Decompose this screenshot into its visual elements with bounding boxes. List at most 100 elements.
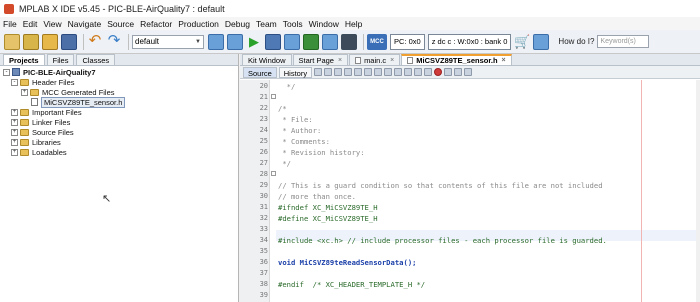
tree-important-files[interactable]: + Important Files: [11, 107, 82, 117]
find-previous-icon[interactable]: [344, 68, 353, 76]
find-next-icon[interactable]: [354, 68, 363, 76]
tab-projects[interactable]: Projects: [3, 54, 45, 65]
code-line[interactable]: #endif /* XC_HEADER_TEMPLATE_H */: [278, 280, 425, 289]
tree-linker-files[interactable]: + Linker Files: [11, 117, 70, 127]
read-device-icon[interactable]: [284, 33, 300, 50]
tab-files[interactable]: Files: [46, 54, 75, 65]
expand-icon[interactable]: +: [11, 148, 18, 156]
undo-icon[interactable]: ↶: [87, 33, 103, 50]
next-bookmark-icon[interactable]: [394, 68, 403, 76]
tab-sensor-header[interactable]: MiCSVZ89TE_sensor.h ×: [401, 54, 512, 66]
code-line[interactable]: * Comments:: [278, 137, 330, 146]
back-icon[interactable]: [314, 68, 323, 76]
find-icon[interactable]: [334, 68, 343, 76]
clean-build-icon[interactable]: [227, 33, 243, 50]
fold-toggle-icon[interactable]: [271, 171, 276, 176]
fold-toggle-icon[interactable]: [271, 94, 276, 99]
tree-libraries[interactable]: + Libraries: [11, 137, 61, 147]
menu-navigate[interactable]: Navigate: [68, 19, 102, 29]
forward-icon[interactable]: [324, 68, 333, 76]
menu-source[interactable]: Source: [107, 19, 134, 29]
menu-debug[interactable]: Debug: [225, 19, 250, 29]
tab-kit-window[interactable]: Kit Window: [242, 54, 292, 65]
open-project-icon[interactable]: [42, 33, 58, 50]
expand-icon[interactable]: +: [11, 108, 18, 116]
shift-right-icon[interactable]: [424, 68, 433, 76]
tab-sensor-header-label: MiCSVZ89TE_sensor.h: [416, 56, 498, 65]
close-icon[interactable]: ×: [502, 55, 506, 66]
build-project-icon[interactable]: [208, 33, 224, 50]
toggle-rect-select-icon[interactable]: [374, 68, 383, 76]
tab-start-page[interactable]: Start Page ×: [292, 54, 349, 66]
code-line[interactable]: */: [278, 82, 296, 91]
tree-project[interactable]: - PIC-BLE-AirQuality7: [3, 67, 96, 77]
comment-icon[interactable]: [454, 68, 463, 76]
quick-search-icon[interactable]: [533, 33, 550, 50]
code-line[interactable]: // more than once.: [278, 192, 356, 201]
make-program-icon[interactable]: [265, 33, 281, 50]
expand-icon[interactable]: +: [21, 88, 28, 96]
tree-sensor-file[interactable]: MiCSVZ89TE_sensor.h: [31, 96, 126, 108]
tab-classes[interactable]: Classes: [76, 54, 116, 65]
stop-macro-icon[interactable]: [444, 68, 453, 76]
menu-tools[interactable]: Tools: [283, 19, 303, 29]
editor-scrollbar[interactable]: [696, 80, 700, 302]
keyword-search-input[interactable]: Keyword(s): [597, 35, 650, 48]
debug-project-icon[interactable]: [303, 33, 319, 50]
tree-loadables[interactable]: + Loadables: [11, 147, 67, 157]
previous-bookmark-icon[interactable]: [384, 68, 393, 76]
menu-edit[interactable]: Edit: [23, 19, 38, 29]
menu-window[interactable]: Window: [309, 19, 339, 29]
close-icon[interactable]: ×: [390, 55, 394, 66]
menu-view[interactable]: View: [43, 19, 61, 29]
code-line[interactable]: * Author:: [278, 126, 321, 135]
code-line[interactable]: /*: [278, 104, 287, 113]
tree-header-files[interactable]: - Header Files: [11, 77, 75, 87]
mcc-button[interactable]: MCC: [367, 33, 387, 50]
tree-source-files[interactable]: + Source Files: [11, 127, 74, 137]
expand-icon[interactable]: +: [11, 128, 18, 136]
harmony-icon[interactable]: [341, 33, 357, 50]
tree-loadables-label: Loadables: [32, 147, 67, 157]
new-project-icon[interactable]: [23, 33, 39, 50]
menu-help[interactable]: Help: [345, 19, 362, 29]
code-line[interactable]: #ifndef XC_MiCSVZ89TE_H: [278, 203, 378, 212]
collapse-icon[interactable]: -: [3, 68, 10, 76]
tab-main-c[interactable]: main.c ×: [349, 54, 401, 66]
line-number: 20: [259, 82, 268, 90]
menu-file[interactable]: File: [3, 19, 17, 29]
save-all-icon[interactable]: [61, 33, 77, 50]
close-icon[interactable]: ×: [338, 55, 342, 66]
code-line[interactable]: #include <xc.h> // include processor fil…: [278, 236, 607, 245]
uncomment-icon[interactable]: [464, 68, 473, 76]
toggle-bookmark-icon[interactable]: [404, 68, 413, 76]
cart-icon[interactable]: 🛒: [514, 34, 530, 50]
run-project-icon[interactable]: ▶: [246, 34, 262, 50]
redo-icon[interactable]: ↷: [106, 33, 122, 50]
tab-source[interactable]: Source: [243, 66, 277, 78]
code-line[interactable]: */: [278, 159, 291, 168]
tab-history[interactable]: History: [278, 66, 313, 78]
shift-left-icon[interactable]: [414, 68, 423, 76]
new-file-icon[interactable]: [4, 33, 20, 50]
expand-icon[interactable]: +: [11, 118, 18, 126]
menu-team[interactable]: Team: [256, 19, 277, 29]
start-macro-icon[interactable]: [434, 68, 443, 76]
menu-production[interactable]: Production: [178, 19, 219, 29]
tree-project-label: PIC-BLE-AirQuality7: [23, 67, 96, 77]
expand-icon[interactable]: +: [11, 138, 18, 146]
code-line[interactable]: // This is a guard condition so that con…: [278, 181, 603, 190]
code-line[interactable]: * File:: [278, 115, 312, 124]
code-line[interactable]: void MiCSVZ89teReadSensorData();: [278, 258, 416, 267]
code-line[interactable]: #define XC_MiCSVZ89TE_H: [278, 214, 378, 223]
menu-refactor[interactable]: Refactor: [140, 19, 172, 29]
tree-mcc-generated[interactable]: + MCC Generated Files: [21, 87, 115, 97]
collapse-icon[interactable]: -: [11, 78, 18, 86]
code-line[interactable]: * Revision history:: [278, 148, 364, 157]
code-editor[interactable]: 20 */ 21 22 /* 23 * File: 24 * Author: 25 * Co…: [240, 80, 700, 302]
project-explorer: Projects Files Classes - PIC-BLE-AirQual…: [0, 54, 239, 302]
toggle-highlight-icon[interactable]: [364, 68, 373, 76]
configuration-select[interactable]: default ▼: [132, 34, 204, 49]
mplab-logo-icon: [4, 3, 14, 14]
hold-in-reset-icon[interactable]: [322, 33, 338, 50]
